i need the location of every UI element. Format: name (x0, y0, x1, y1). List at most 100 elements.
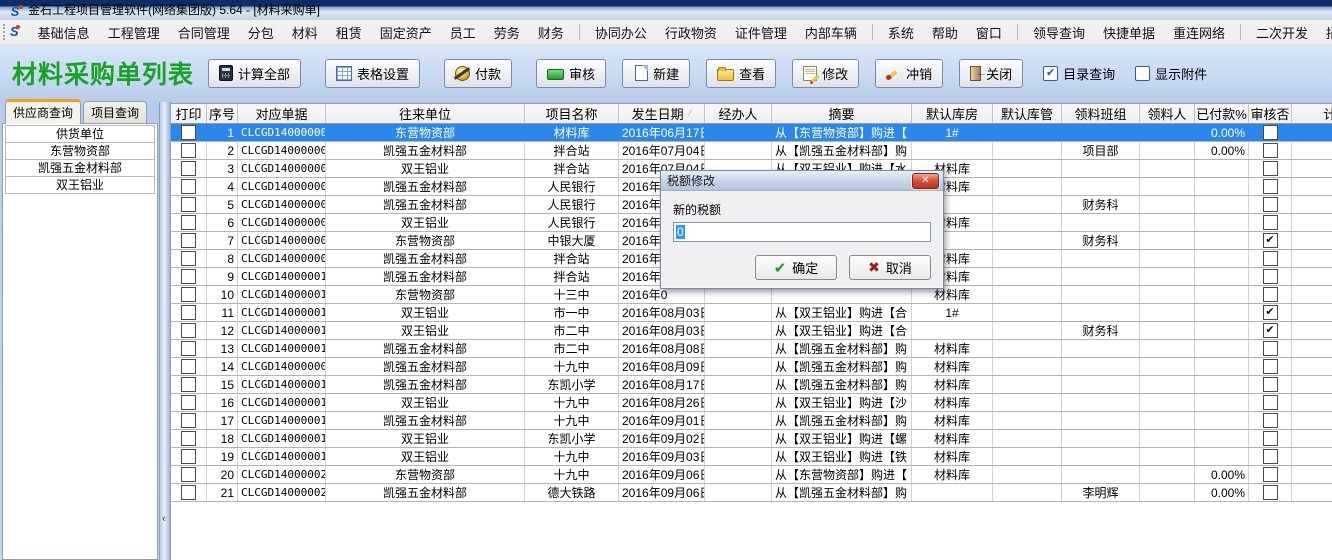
menu-item-财务[interactable]: 财务 (529, 20, 573, 45)
column-header-approved[interactable]: 审核否 (1249, 104, 1292, 123)
menu-item-分包[interactable]: 分包 (239, 20, 283, 45)
approved-checkbox[interactable] (1263, 431, 1278, 446)
menu-item-系统[interactable]: 系统 (879, 20, 923, 45)
approved-checkbox[interactable]: ✔ (1263, 323, 1278, 338)
menu-item-劳务[interactable]: 劳务 (485, 20, 529, 45)
approved-checkbox[interactable] (1263, 125, 1278, 140)
toolbar-button-新建[interactable]: 新建 (622, 59, 690, 88)
toolbar-button-修改[interactable]: 修改 (792, 59, 859, 88)
approved-checkbox[interactable] (1263, 359, 1278, 374)
table-row[interactable]: 11CLCGD140000012双王铝业市一中2016年08月03日从【双王铝业… (171, 304, 1332, 322)
approved-checkbox[interactable]: ✔ (1263, 233, 1278, 248)
print-checkbox[interactable] (181, 377, 196, 392)
print-checkbox[interactable] (181, 413, 196, 428)
approved-checkbox[interactable] (1263, 143, 1278, 158)
menu-item-内部车辆[interactable]: 内部车辆 (796, 20, 866, 45)
print-checkbox[interactable] (181, 143, 196, 158)
menu-item-领导查询[interactable]: 领导查询 (1024, 20, 1094, 45)
column-header-paid[interactable]: 已付款% (1195, 104, 1249, 123)
menu-item-招标询价单[interactable]: 招标询价单 (1317, 20, 1332, 45)
menu-item-材料[interactable]: 材料 (283, 20, 327, 45)
sidebar-tab-供应商查询[interactable]: 供应商查询 (5, 99, 81, 124)
column-header-date[interactable]: 发生日期∕ (619, 104, 705, 123)
toolbar-checkbox-显示附件[interactable]: 显示附件 (1135, 64, 1207, 83)
supplier-item[interactable]: 凯强五金材料部 (5, 159, 155, 177)
column-header-handler[interactable]: 经办人 (705, 104, 772, 123)
menu-item-固定资产[interactable]: 固定资产 (371, 20, 441, 45)
approved-checkbox[interactable] (1263, 395, 1278, 410)
approved-checkbox[interactable] (1263, 377, 1278, 392)
table-row[interactable]: 19CLCGD140000017双王铝业十九中2016年09月03日从【双王铝业… (171, 448, 1332, 466)
toolbar-button-冲销[interactable]: 冲销 (875, 59, 943, 88)
print-checkbox[interactable] (181, 449, 196, 464)
checkbox-icon[interactable]: ✔ (1043, 66, 1058, 81)
print-checkbox[interactable] (181, 233, 196, 248)
menu-grip-handle[interactable] (3, 24, 5, 40)
dialog-title-bar[interactable]: 税额修改 ✕ (661, 171, 943, 191)
print-checkbox[interactable] (181, 305, 196, 320)
table-row[interactable]: 17CLCGD140000018凯强五金材料部十九中2016年09月01日从【凯… (171, 412, 1332, 430)
approved-checkbox[interactable] (1263, 215, 1278, 230)
column-header-project[interactable]: 项目名称 (525, 104, 619, 123)
collapse-arrow-icon[interactable]: ‹ (159, 507, 169, 533)
toolbar-button-审核[interactable]: 审核 (536, 59, 606, 88)
table-row[interactable]: 18CLCGD140000016双王铝业东凯小学2016年09月02日从【双王铝… (171, 430, 1332, 448)
column-header-team[interactable]: 领料班组 (1062, 104, 1140, 123)
menu-item-证件管理[interactable]: 证件管理 (726, 20, 796, 45)
table-row[interactable]: 13CLCGD140000014凯强五金材料部市二中2016年08月08日从【凯… (171, 340, 1332, 358)
approved-checkbox[interactable] (1263, 197, 1278, 212)
column-header-doc[interactable]: 对应单据 (238, 104, 326, 123)
toolbar-checkbox-目录查询[interactable]: ✔目录查询 (1043, 64, 1115, 83)
print-checkbox[interactable] (181, 431, 196, 446)
print-checkbox[interactable] (181, 341, 196, 356)
column-header-keeper[interactable]: 默认库管 (993, 104, 1062, 123)
table-row[interactable]: 12CLCGD140000013双王铝业市二中2016年08月03日从【双王铝业… (171, 322, 1332, 340)
column-header-seq[interactable]: 序号 (207, 104, 238, 123)
menu-item-行政物资[interactable]: 行政物资 (656, 20, 726, 45)
approved-checkbox[interactable] (1263, 467, 1278, 482)
menu-item-窗口[interactable]: 窗口 (967, 20, 1011, 45)
column-header-plan[interactable]: 计划 (1292, 104, 1332, 123)
menu-item-帮助[interactable]: 帮助 (923, 20, 967, 45)
menu-item-重连网络[interactable]: 重连网络 (1164, 20, 1234, 45)
print-checkbox[interactable] (181, 395, 196, 410)
print-checkbox[interactable] (181, 467, 196, 482)
ok-button[interactable]: ✔ 确定 (755, 255, 837, 280)
print-checkbox[interactable] (181, 179, 196, 194)
approved-checkbox[interactable]: ✔ (1263, 305, 1278, 320)
supplier-item[interactable]: 东营物资部 (5, 142, 155, 160)
toolbar-button-查看[interactable]: 查看 (706, 59, 776, 88)
approved-checkbox[interactable] (1263, 179, 1278, 194)
approved-checkbox[interactable] (1263, 485, 1278, 500)
toolbar-button-关闭[interactable]: 关闭 (959, 59, 1023, 88)
column-header-picker[interactable]: 领料人 (1140, 104, 1195, 123)
sidebar-tab-项目查询[interactable]: 项目查询 (83, 101, 147, 123)
menu-item-租赁[interactable]: 租赁 (327, 20, 371, 45)
column-header-print[interactable]: 打印 (171, 104, 207, 123)
menu-item-协同办公[interactable]: 协同办公 (586, 20, 656, 45)
cancel-button[interactable]: ✖ 取消 (849, 255, 931, 280)
checkbox-icon[interactable] (1135, 66, 1150, 81)
supplier-item[interactable]: 双王铝业 (5, 176, 155, 194)
table-row[interactable]: 20CLCGD140000020东营物资部十九中2016年09月06日从【东营物… (171, 466, 1332, 484)
menu-item-工程管理[interactable]: 工程管理 (99, 20, 169, 45)
print-checkbox[interactable] (181, 215, 196, 230)
print-checkbox[interactable] (181, 197, 196, 212)
toolbar-button-表格设置[interactable]: 表格设置 (325, 59, 420, 88)
column-header-summary[interactable]: 摘要 (772, 104, 912, 123)
mdi-child-icon[interactable]: S (10, 25, 19, 39)
table-row[interactable]: 15CLCGD140000015凯强五金材料部东凯小学2016年08月17日从【… (171, 376, 1332, 394)
print-checkbox[interactable] (181, 269, 196, 284)
menu-item-二次开发[interactable]: 二次开发 (1247, 20, 1317, 45)
approved-checkbox[interactable] (1263, 341, 1278, 356)
table-row[interactable]: 1CLCGD140000001东营物资部材料库2016年06月17日从【东营物资… (171, 124, 1332, 142)
menu-item-基础信息[interactable]: 基础信息 (29, 20, 99, 45)
menu-item-快捷单据[interactable]: 快捷单据 (1094, 20, 1164, 45)
table-row[interactable]: 14CLCGD140000002凯强五金材料部十九中2016年08月09日从【凯… (171, 358, 1332, 376)
approved-checkbox[interactable] (1263, 449, 1278, 464)
approved-checkbox[interactable] (1263, 413, 1278, 428)
menu-item-员工[interactable]: 员工 (441, 20, 485, 45)
print-checkbox[interactable] (181, 359, 196, 374)
print-checkbox[interactable] (181, 485, 196, 500)
new-tax-input[interactable]: 0 (673, 222, 931, 242)
